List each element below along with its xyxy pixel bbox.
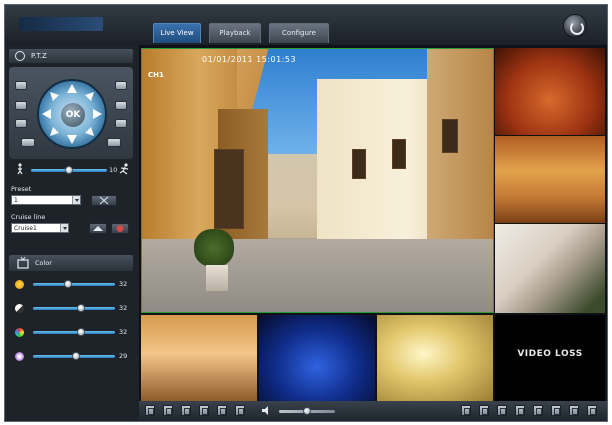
video-grid: 01/01/2011 15:01:53 CH1 VIDEO LOSS <box>139 45 607 401</box>
video-tile-ch5[interactable] <box>141 315 257 401</box>
preset-select[interactable]: 1 <box>11 195 81 205</box>
tv-icon <box>17 257 29 269</box>
dvr-web-client: Live View Playback Configure P.T.Z OK 10… <box>4 4 608 422</box>
saturation-slider-track[interactable] <box>33 331 115 334</box>
tab-playback[interactable]: Playback <box>209 23 261 43</box>
hue-slider-knob[interactable] <box>72 352 80 360</box>
zoom-out-button[interactable] <box>15 81 27 90</box>
hue-icon <box>15 352 24 361</box>
bottom-toolbar <box>139 401 607 421</box>
scene-window <box>352 149 366 179</box>
preset-call-button[interactable] <box>91 195 117 206</box>
control-panel: P.T.Z OK 10 Preset 1 Cruise line Cruise1… <box>5 45 137 421</box>
tab-configure[interactable]: Configure <box>269 23 329 43</box>
logout-power-icon[interactable] <box>563 14 587 38</box>
zoom-button[interactable] <box>217 405 227 416</box>
fullscreen-button[interactable] <box>235 405 245 416</box>
layout-9-button[interactable] <box>533 405 543 416</box>
brightness-value: 32 <box>119 280 128 288</box>
saturation-slider-knob[interactable] <box>77 328 85 336</box>
scene-plant <box>194 229 234 267</box>
cruise-label: Cruise line <box>11 213 46 221</box>
chevron-down-icon <box>72 196 80 204</box>
layout-6-button[interactable] <box>497 405 507 416</box>
scene-window <box>442 119 458 153</box>
ptz-header: P.T.Z <box>9 49 133 63</box>
focus-near-button[interactable] <box>15 101 27 110</box>
scene-door <box>214 149 244 229</box>
chevron-down-icon <box>60 224 68 232</box>
cruise-stop-icon <box>116 225 124 232</box>
ptz-camera-icon <box>15 51 25 61</box>
snapshot-button[interactable] <box>145 405 155 416</box>
speaker-icon[interactable] <box>262 406 270 415</box>
focus-far-button[interactable] <box>115 101 127 110</box>
top-bar: Live View Playback Configure <box>5 5 607 45</box>
brightness-slider-track[interactable] <box>33 283 115 286</box>
saturation-value: 32 <box>119 328 128 336</box>
cruise-select[interactable]: Cruise1 <box>11 223 69 233</box>
contrast-slider-track[interactable] <box>33 307 115 310</box>
ptz-title: P.T.Z <box>31 52 47 60</box>
brightness-slider-knob[interactable] <box>64 280 72 288</box>
walk-slow-icon <box>17 163 23 175</box>
preset-label: Preset <box>11 185 32 193</box>
main-channel-label: CH1 <box>148 71 164 79</box>
run-fast-icon <box>119 163 129 175</box>
expand-arrows-icon <box>99 196 109 205</box>
layout-1-button[interactable] <box>461 405 471 416</box>
scene-pot <box>206 265 228 291</box>
cruise-stop-button[interactable] <box>111 223 129 234</box>
color-title: Color <box>35 259 52 267</box>
video-tile-ch6[interactable] <box>259 315 375 401</box>
speed-slider-knob[interactable] <box>65 166 73 174</box>
iris-close-button[interactable] <box>15 119 27 128</box>
layout-4-button[interactable] <box>479 405 489 416</box>
layout-8-button[interactable] <box>515 405 525 416</box>
ptz-direction-wheel[interactable]: OK <box>37 79 107 149</box>
ptz-ok-button[interactable]: OK <box>61 103 85 127</box>
volume-slider-knob[interactable] <box>303 407 311 415</box>
contrast-slider-knob[interactable] <box>77 304 85 312</box>
stop-all-button[interactable] <box>181 405 191 416</box>
hue-value: 29 <box>119 352 128 360</box>
brightness-icon <box>15 280 24 289</box>
next-page-button[interactable] <box>587 405 597 416</box>
speed-value: 10 <box>109 166 118 174</box>
cruise-start-icon <box>93 226 103 231</box>
iris-open-button[interactable] <box>115 119 127 128</box>
video-loss-label: VIDEO LOSS <box>517 349 583 359</box>
video-tile-ch8[interactable]: VIDEO LOSS <box>495 315 605 401</box>
video-tile-main[interactable]: 01/01/2011 15:01:53 CH1 <box>141 48 494 313</box>
cruise-start-button[interactable] <box>89 223 107 234</box>
previous-page-button[interactable] <box>569 405 579 416</box>
record-button[interactable] <box>163 405 173 416</box>
main-timestamp: 01/01/2011 15:01:53 <box>202 55 297 64</box>
brand-logo <box>19 17 103 31</box>
zoom-in-button[interactable] <box>115 81 127 90</box>
color-header: Color <box>9 255 133 271</box>
preset-clear-button[interactable] <box>107 138 121 147</box>
video-tile-ch2[interactable] <box>495 48 605 135</box>
video-tile-ch7[interactable] <box>377 315 493 401</box>
contrast-value: 32 <box>119 304 128 312</box>
contrast-icon <box>15 304 24 313</box>
preset-set-button[interactable] <box>21 138 35 147</box>
play-all-button[interactable] <box>199 405 209 416</box>
video-tile-ch4[interactable] <box>495 224 605 313</box>
tab-live-view[interactable]: Live View <box>153 23 201 43</box>
scene-window <box>392 139 406 169</box>
layout-16-button[interactable] <box>551 405 561 416</box>
video-tile-ch3[interactable] <box>495 136 605 223</box>
saturation-icon <box>15 328 24 337</box>
